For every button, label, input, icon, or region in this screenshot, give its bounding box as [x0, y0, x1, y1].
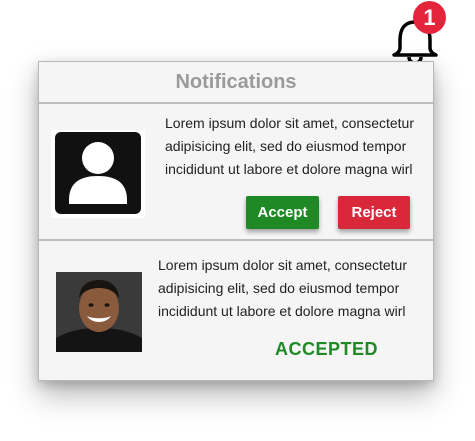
reject-button[interactable]: Reject: [338, 196, 410, 229]
user-photo: [56, 272, 142, 352]
notification-message: Lorem ipsum dolor sit amet, consectetur …: [165, 115, 414, 177]
user-placeholder-icon: [51, 130, 145, 218]
accepted-status-label: ACCEPTED: [275, 339, 379, 359]
notification-message: Lorem ipsum dolor sit amet, consectetur …: [158, 257, 407, 319]
notification-item: Lorem ipsum dolor sit amet, consectetur …: [39, 104, 433, 241]
notifications-panel: Notifications Lorem ipsum dolor sit amet…: [38, 61, 434, 381]
accept-button[interactable]: Accept: [246, 196, 319, 229]
notification-item: Lorem ipsum dolor sit amet, consectetur …: [39, 241, 433, 380]
notification-count-badge: 1: [413, 1, 446, 34]
panel-title: Notifications: [39, 62, 433, 104]
